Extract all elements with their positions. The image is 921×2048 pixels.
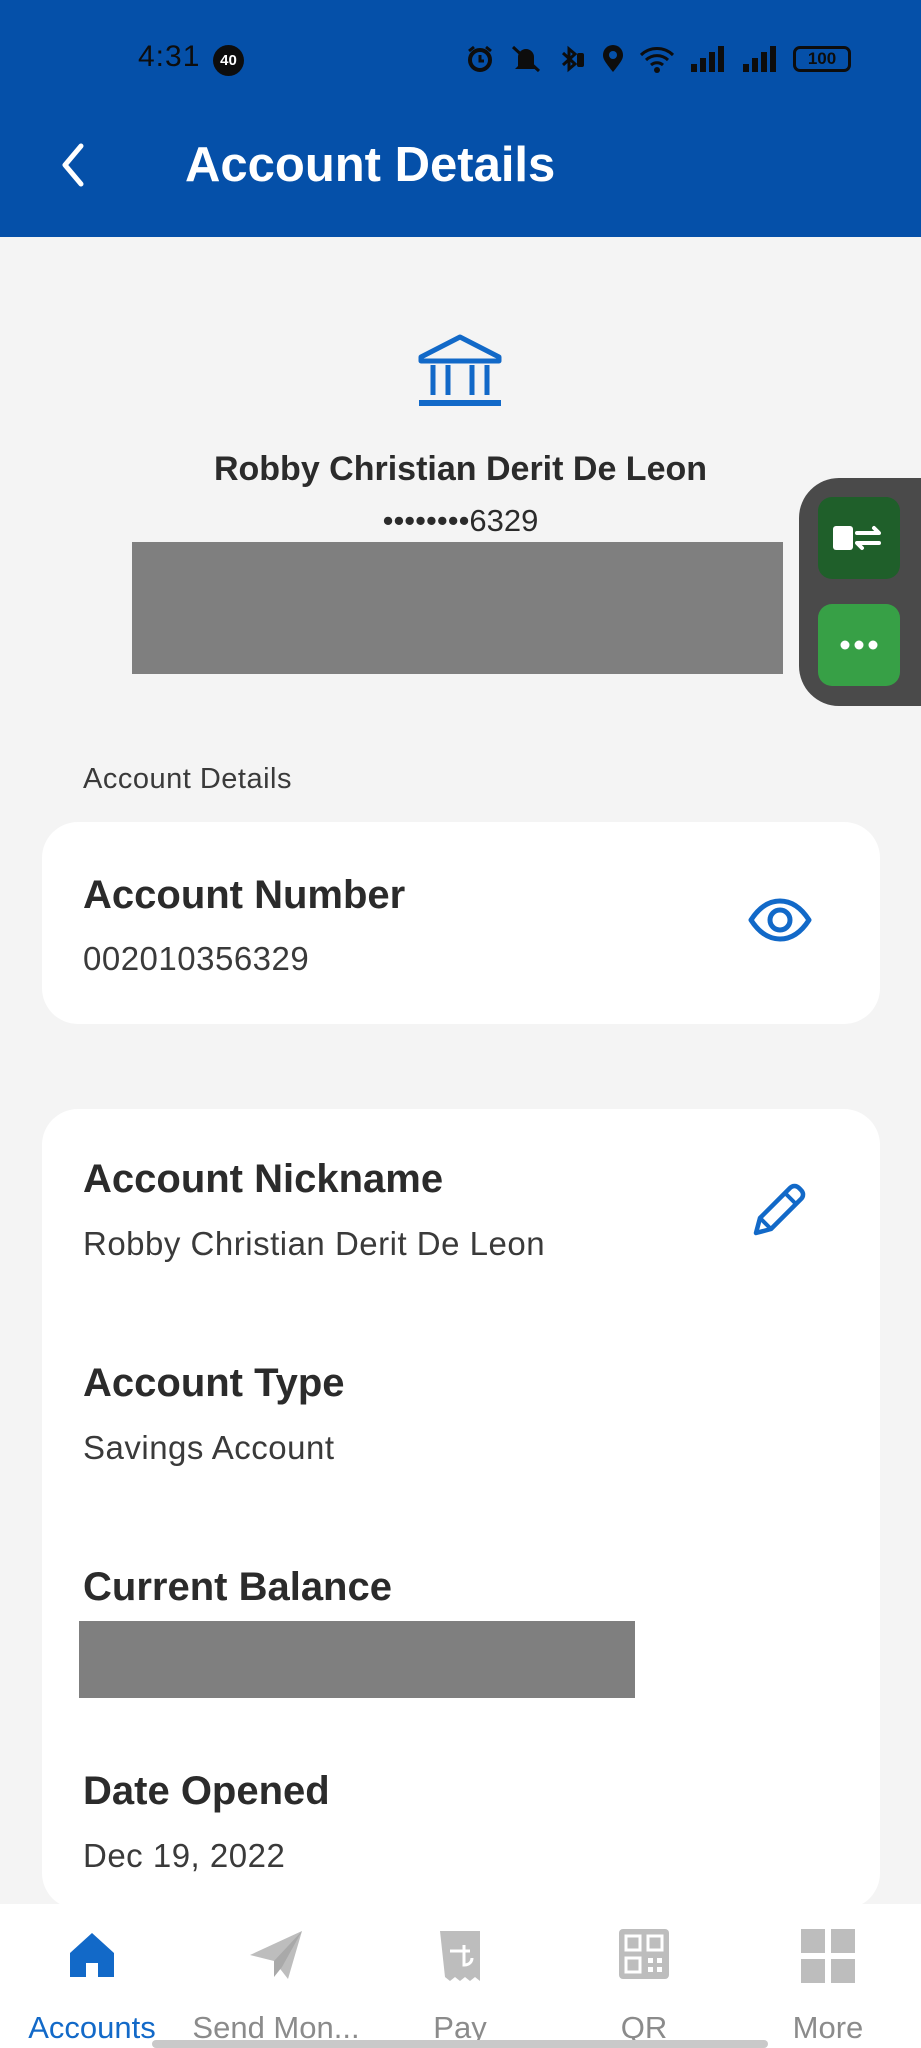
wifi-icon bbox=[639, 47, 675, 73]
nav-item-pay[interactable]: Pay bbox=[368, 1904, 552, 2048]
transfer-icon bbox=[833, 526, 881, 550]
date-opened-value: Dec 19, 2022 bbox=[83, 1837, 286, 1874]
account-number-value: 002010356329 bbox=[83, 940, 310, 977]
nickname-label: Account Nickname bbox=[83, 1157, 444, 1201]
back-button[interactable] bbox=[55, 140, 95, 190]
page-title: Account Details bbox=[185, 138, 556, 192]
account-type-value: Savings Account bbox=[83, 1429, 335, 1466]
floating-side-widget bbox=[799, 478, 921, 706]
grid-icon bbox=[801, 1929, 855, 1983]
nickname-value: Robby Christian Derit De Leon bbox=[83, 1225, 546, 1262]
current-balance-label: Current Balance bbox=[83, 1565, 392, 1609]
account-holder-name: Robby Christian Derit De Leon bbox=[213, 450, 708, 488]
mute-icon bbox=[511, 45, 541, 73]
eye-icon[interactable] bbox=[748, 898, 812, 942]
bottom-navigation: Accounts Send Mon... Pay QR More bbox=[0, 1904, 921, 2048]
account-details-card: Account Nickname Robby Christian Derit D… bbox=[42, 1109, 880, 1909]
account-number-label: Account Number bbox=[83, 873, 406, 917]
pencil-icon[interactable] bbox=[750, 1179, 810, 1239]
account-type-label: Account Type bbox=[83, 1361, 345, 1405]
bank-icon bbox=[418, 334, 502, 406]
receipt-icon bbox=[440, 1931, 480, 1981]
section-label: Account Details bbox=[83, 763, 292, 795]
gesture-bar bbox=[152, 2040, 768, 2048]
status-icons: 100 bbox=[465, 44, 851, 74]
home-icon bbox=[70, 1933, 114, 1977]
date-opened-label: Date Opened bbox=[83, 1769, 330, 1813]
nav-item-more[interactable]: More bbox=[736, 1904, 920, 2048]
app-header: 4:31 40 100 Account Details bbox=[0, 0, 921, 237]
status-time: 4:31 bbox=[138, 40, 201, 73]
signal-icon-2 bbox=[743, 46, 776, 72]
nav-item-send-money[interactable]: Send Mon... bbox=[184, 1904, 368, 2048]
account-number-card: Account Number 002010356329 bbox=[42, 822, 880, 1024]
bluetooth-icon bbox=[561, 45, 584, 73]
masked-account-number: ••••••••6329 bbox=[382, 503, 539, 538]
redacted-balance bbox=[79, 1621, 635, 1698]
redacted-block bbox=[132, 542, 783, 674]
signal-icon bbox=[691, 46, 724, 72]
notification-count-badge: 40 bbox=[213, 45, 244, 76]
ellipsis-icon bbox=[840, 640, 878, 650]
nav-item-qr[interactable]: QR bbox=[552, 1904, 736, 2048]
transfer-shortcut-button[interactable] bbox=[818, 497, 900, 579]
location-icon bbox=[603, 45, 623, 72]
battery-indicator: 100 bbox=[793, 46, 851, 72]
qr-code-icon bbox=[619, 1929, 669, 1979]
alarm-icon bbox=[468, 45, 492, 72]
chevron-left-icon bbox=[62, 143, 84, 187]
paper-plane-icon bbox=[250, 1931, 302, 1979]
nav-item-accounts[interactable]: Accounts bbox=[0, 1904, 184, 2048]
more-options-button[interactable] bbox=[818, 604, 900, 686]
